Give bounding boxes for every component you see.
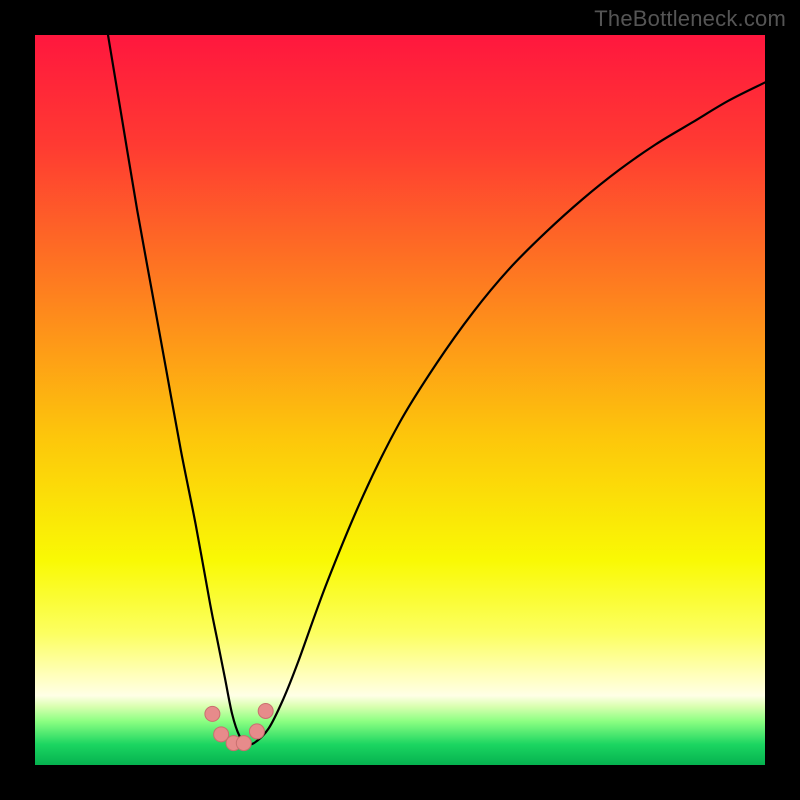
- valley-marker: [205, 706, 220, 721]
- valley-marker: [236, 736, 251, 751]
- outer-frame: TheBottleneck.com: [0, 0, 800, 800]
- valley-marker: [258, 703, 273, 718]
- valley-markers: [205, 703, 273, 750]
- valley-marker: [249, 724, 264, 739]
- plot-area: [35, 35, 765, 765]
- curve-line: [108, 35, 765, 745]
- chart-layer: [35, 35, 765, 765]
- watermark-text: TheBottleneck.com: [594, 6, 786, 32]
